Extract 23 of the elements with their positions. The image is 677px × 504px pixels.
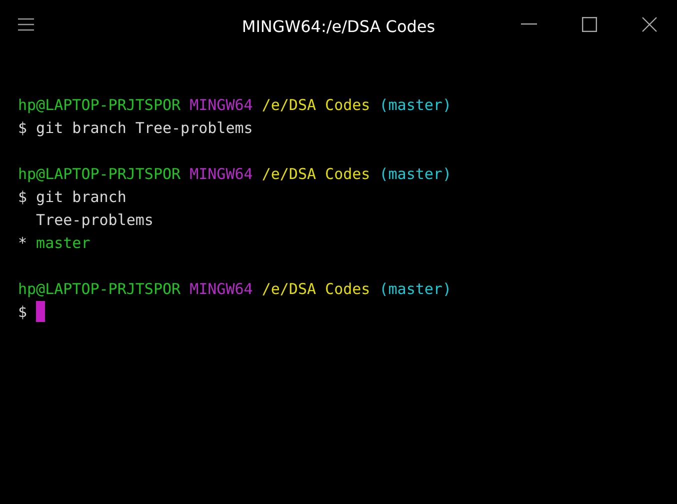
command-text: $ git branch: [18, 188, 126, 206]
close-icon[interactable]: [642, 16, 657, 32]
prompt-shell: MINGW64: [190, 96, 253, 114]
prompt-branch: (master): [379, 96, 452, 114]
prompt-path: /e/DSA Codes: [262, 96, 370, 114]
prompt-branch: (master): [379, 280, 452, 298]
prompt-shell: MINGW64: [190, 280, 253, 298]
prompt-user: hp@LAPTOP-PRJTSPOR: [18, 280, 181, 298]
prompt-path: /e/DSA Codes: [262, 280, 370, 298]
prompt-user: hp@LAPTOP-PRJTSPOR: [18, 96, 181, 114]
prompt-branch: (master): [379, 165, 452, 183]
command-text: $: [18, 303, 28, 321]
current-branch-marker: *: [18, 234, 28, 252]
prompt-path: /e/DSA Codes: [262, 165, 370, 183]
menu-icon[interactable]: [18, 18, 34, 30]
prompt-shell: MINGW64: [190, 165, 253, 183]
prompt-user: hp@LAPTOP-PRJTSPOR: [18, 165, 181, 183]
branch-name: master: [36, 234, 90, 252]
minimize-icon[interactable]: [521, 23, 537, 25]
command-text: $ git branch Tree-problems: [18, 119, 253, 137]
maximize-icon[interactable]: [582, 16, 597, 32]
window-title: MINGW64:/e/DSA Codes: [242, 16, 436, 36]
branch-name: Tree-problems: [36, 211, 154, 229]
